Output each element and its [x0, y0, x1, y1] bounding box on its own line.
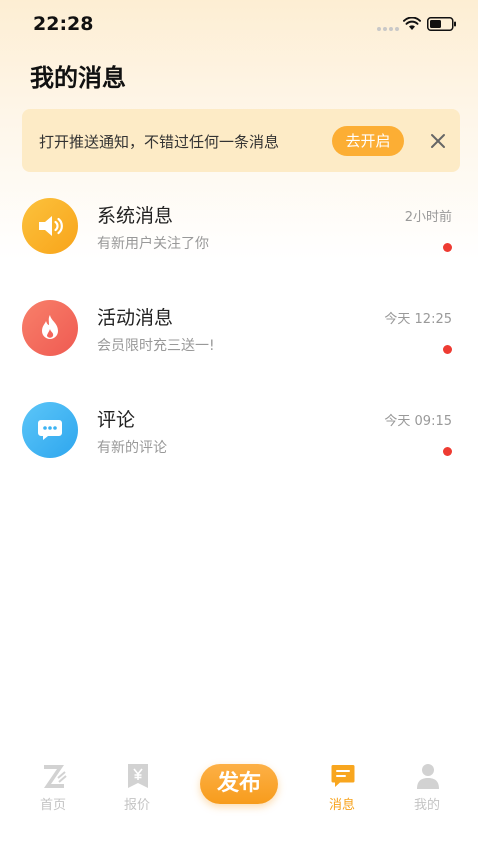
push-notification-banner: 打开推送通知，不错过任何一条消息 去开启	[22, 109, 460, 172]
tab-home[interactable]: 首页	[23, 752, 83, 822]
message-title: 活动消息	[97, 307, 174, 329]
tab-label: 首页	[39, 798, 66, 813]
message-time: 今天 12:25	[384, 312, 452, 327]
unread-dot	[443, 447, 452, 456]
chat-bubble-icon	[22, 402, 78, 458]
message-icon	[331, 765, 355, 787]
tab-label: 我的	[413, 798, 440, 813]
tab-profile[interactable]: 我的	[397, 752, 457, 822]
cellular-signal-icon	[377, 27, 399, 31]
bottom-tab-bar: 首页 报价 发布 消息 我的	[0, 752, 478, 850]
message-item-system[interactable]: 系统消息 有新用户关注了你 2小时前	[0, 198, 478, 288]
status-bar: 22:28	[0, 0, 478, 50]
profile-icon	[417, 764, 439, 789]
wifi-icon	[403, 17, 421, 30]
status-time: 22:28	[33, 13, 94, 35]
home-z-icon	[44, 765, 67, 788]
battery-icon	[427, 17, 456, 31]
message-item-comments[interactable]: 评论 有新的评论 今天 09:15	[0, 402, 478, 492]
tab-label: 报价	[123, 798, 150, 813]
speaker-icon	[22, 198, 78, 254]
message-preview: 有新的评论	[97, 440, 167, 456]
message-title: 系统消息	[97, 205, 174, 227]
message-time: 2小时前	[404, 210, 452, 225]
unread-dot	[443, 345, 452, 354]
flame-icon	[22, 300, 78, 356]
tab-label: 消息	[328, 798, 355, 813]
price-tag-icon	[128, 764, 148, 788]
unread-dot	[443, 243, 452, 252]
tab-price[interactable]: 报价	[107, 752, 167, 822]
message-title: 评论	[97, 409, 136, 431]
enable-notifications-button[interactable]: 去开启	[332, 126, 404, 156]
message-preview: 有新用户关注了你	[97, 236, 209, 252]
message-preview: 会员限时充三送一!	[97, 338, 215, 354]
banner-text: 打开推送通知，不错过任何一条消息	[39, 133, 280, 151]
close-icon[interactable]	[427, 130, 449, 152]
page-title: 我的消息	[30, 64, 126, 92]
publish-button[interactable]: 发布	[200, 764, 278, 804]
message-item-activity[interactable]: 活动消息 会员限时充三送一! 今天 12:25	[0, 300, 478, 390]
tab-messages[interactable]: 消息	[312, 752, 372, 822]
message-time: 今天 09:15	[384, 414, 452, 429]
